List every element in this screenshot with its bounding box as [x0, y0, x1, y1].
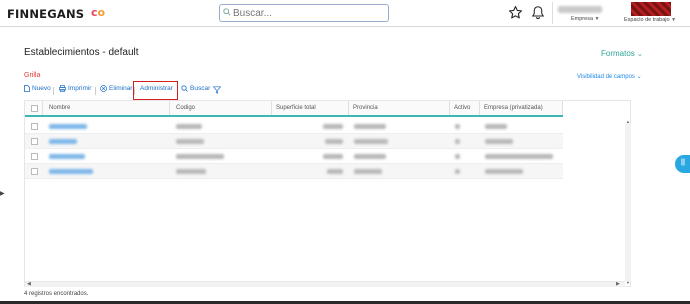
header-empresa-privatizada[interactable]: Empresa (privatizada) — [480, 101, 563, 115]
search-input[interactable] — [233, 6, 383, 20]
cell-redacted — [354, 169, 382, 174]
header-select-cell — [25, 101, 43, 115]
header-provincia[interactable]: Provincia — [349, 101, 450, 115]
printer-icon — [59, 85, 66, 92]
top-bar: FINNEGANS co Empresa ▼ Espacio de trabaj… — [0, 0, 690, 27]
cell-redacted — [485, 154, 553, 159]
cell-redacted — [49, 169, 93, 174]
cell-redacted — [455, 154, 460, 159]
buscar-button[interactable]: Buscar — [181, 85, 210, 92]
workspace-selector[interactable]: Espacio de trabajo ▼ — [624, 17, 676, 23]
administrar-highlight-box — [133, 81, 178, 100]
table-row[interactable] — [25, 164, 563, 179]
horizontal-scrollbar[interactable]: ◀ ▶ — [25, 281, 625, 287]
scroll-up-icon[interactable]: ▲ — [626, 119, 630, 124]
imprimir-label: Imprimir — [68, 85, 92, 92]
select-all-checkbox[interactable] — [31, 105, 38, 112]
formatos-dropdown[interactable]: Formatos ⌄ — [601, 49, 643, 58]
favorites-star-icon[interactable] — [508, 5, 523, 20]
table-row[interactable] — [25, 134, 563, 149]
cell-redacted — [323, 124, 343, 129]
header-nombre[interactable]: Nombre — [43, 101, 170, 115]
cell-redacted — [176, 169, 206, 174]
cell-redacted — [455, 169, 460, 174]
scroll-left-icon[interactable]: ◀ — [27, 281, 31, 287]
header-activo[interactable]: Activo — [450, 101, 480, 115]
search-icon — [181, 85, 188, 92]
top-bar-divider — [552, 2, 553, 24]
page-title: Establecimientos - default — [24, 47, 139, 58]
side-panel-toggle-button[interactable]: || — [675, 155, 690, 173]
grid-header-row: Nombre Codigo Superficie total Provincia… — [25, 101, 563, 117]
table-row[interactable] — [25, 149, 563, 164]
cell-redacted — [485, 139, 513, 144]
cell-redacted — [354, 124, 386, 129]
header-codigo[interactable]: Codigo — [170, 101, 272, 115]
buscar-label: Buscar — [190, 85, 211, 92]
toolbar-divider — [53, 87, 54, 95]
visibilidad-campos-dropdown[interactable]: Visibilidad de campos ⌄ — [577, 73, 642, 80]
cell-redacted — [325, 139, 343, 144]
cell-redacted — [176, 139, 204, 144]
sidebar-toggle-icon[interactable]: ▶ — [0, 190, 5, 197]
cell-redacted — [176, 154, 224, 159]
visibilidad-label: Visibilidad de campos — [577, 74, 635, 80]
scroll-right-icon[interactable]: ▶ — [616, 281, 620, 287]
scroll-down-icon[interactable]: ▼ — [626, 280, 630, 285]
cell-redacted — [485, 124, 507, 129]
imprimir-button[interactable]: Imprimir — [59, 85, 91, 92]
workspace-image-redacted — [631, 2, 671, 16]
cell-redacted — [49, 139, 77, 144]
eliminar-button[interactable]: Eliminar — [100, 85, 132, 92]
chevron-down-icon: ▼ — [671, 17, 677, 23]
empresa-label: Empresa — [571, 16, 594, 22]
cell-redacted — [176, 124, 202, 129]
logo-mark-letter: o — [97, 6, 106, 19]
row-checkbox[interactable] — [31, 168, 38, 175]
chevron-down-icon: ⌄ — [637, 51, 643, 58]
chevron-down-icon: ⌄ — [636, 74, 642, 80]
chevron-down-icon: ▼ — [594, 16, 600, 22]
toolbar-divider — [95, 87, 96, 95]
table-row[interactable] — [25, 119, 563, 134]
search-box[interactable] — [219, 4, 389, 22]
cell-redacted — [49, 154, 85, 159]
formatos-label: Formatos — [601, 49, 635, 58]
empresa-selector[interactable]: Empresa ▼ — [571, 16, 600, 22]
filter-icon[interactable] — [213, 86, 221, 94]
search-icon — [223, 8, 231, 16]
delete-circle-x-icon — [100, 85, 107, 92]
row-checkbox[interactable] — [31, 138, 38, 145]
row-checkbox[interactable] — [31, 123, 38, 130]
cell-redacted — [354, 154, 386, 159]
grilla-label: Grilla — [24, 72, 41, 79]
eliminar-label: Eliminar — [109, 85, 133, 92]
app-logo[interactable]: FINNEGANS — [7, 7, 84, 21]
vertical-scrollbar[interactable]: ▲ — [625, 119, 631, 281]
header-superficie-total[interactable]: Superficie total — [272, 101, 349, 115]
cell-redacted — [354, 139, 388, 144]
cell-redacted — [327, 169, 343, 174]
nuevo-button[interactable]: Nuevo — [24, 85, 51, 92]
logo-mark-icon: co — [91, 6, 107, 20]
cell-redacted — [485, 169, 523, 174]
empresa-name-redacted — [558, 6, 602, 13]
cell-redacted — [49, 124, 87, 129]
espacio-label: Espacio de trabajo — [624, 17, 670, 23]
new-document-icon — [24, 85, 30, 92]
data-grid: Nombre Codigo Superficie total Provincia… — [24, 100, 631, 287]
notifications-bell-icon[interactable] — [531, 5, 545, 20]
records-count: 4 registros encontrados. — [24, 291, 89, 297]
cell-redacted — [323, 154, 343, 159]
cell-redacted — [455, 139, 460, 144]
nuevo-label: Nuevo — [32, 85, 51, 92]
pause-bars-icon: || — [681, 159, 685, 166]
row-checkbox[interactable] — [31, 153, 38, 160]
cell-redacted — [455, 124, 460, 129]
